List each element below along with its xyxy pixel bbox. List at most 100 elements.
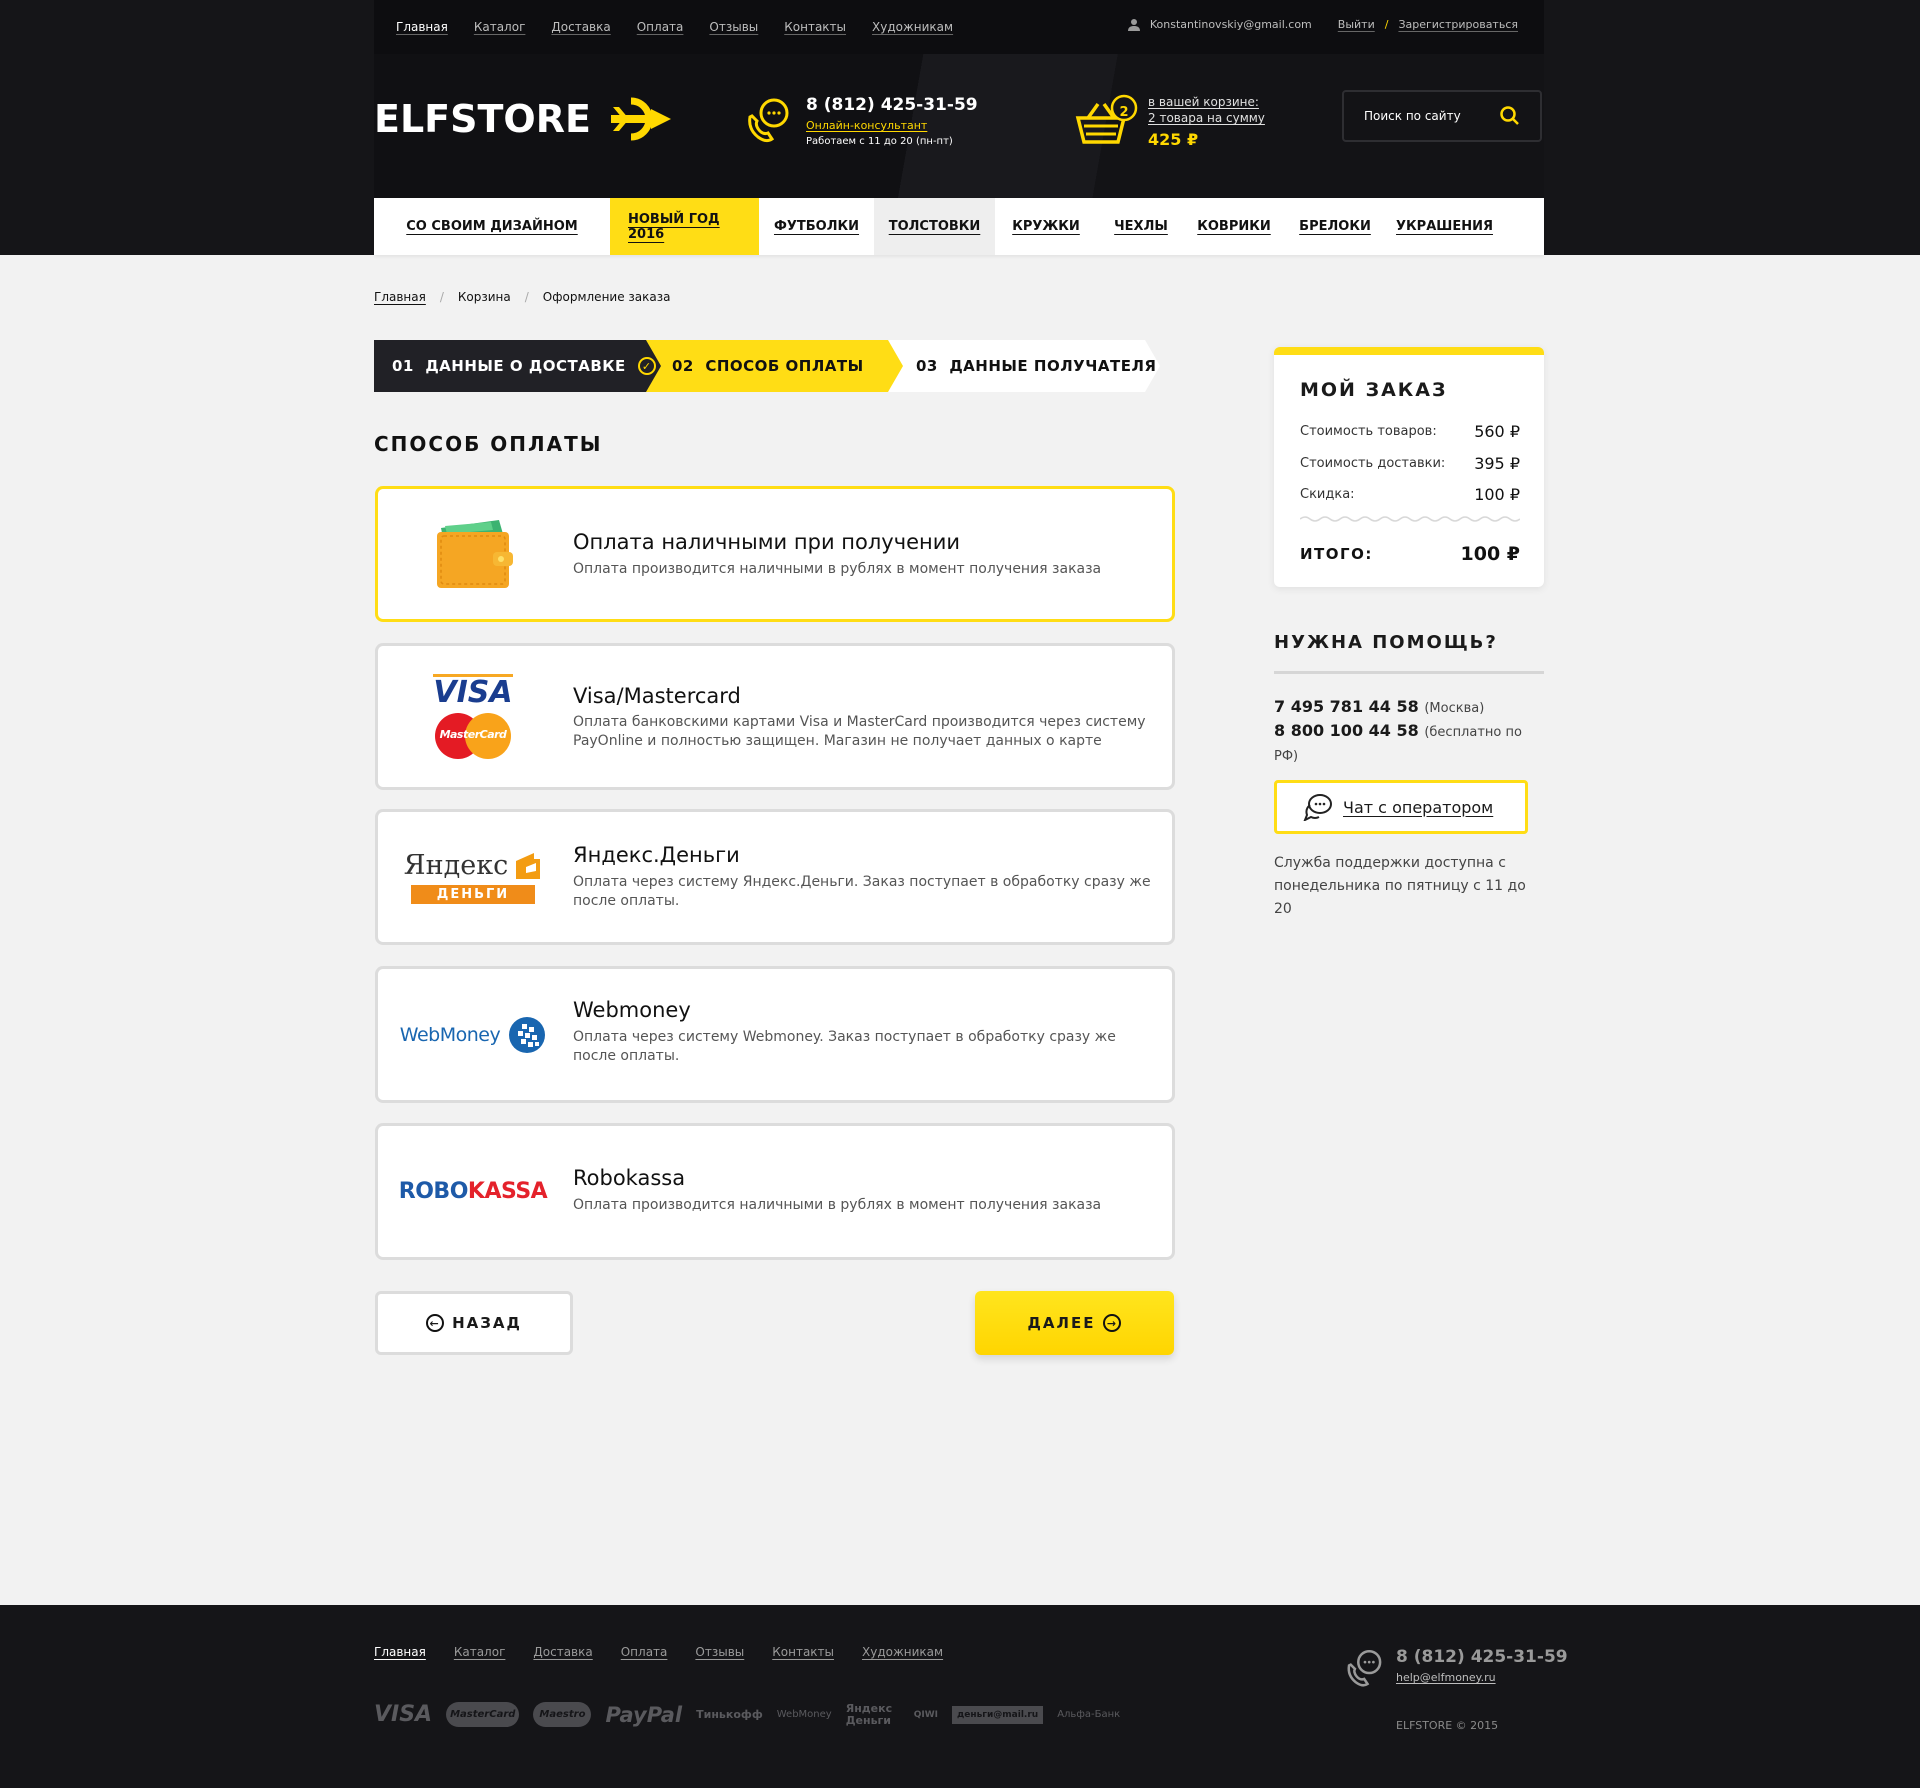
consultant-link[interactable]: Онлайн-консультант: [806, 119, 978, 132]
paypal-footer-logo: PayPal: [605, 1702, 683, 1727]
payment-title: СПОСОБ ОПЛАТЫ: [374, 432, 603, 456]
payment-option-desc: Оплата через систему Яндекс.Деньги. Зака…: [573, 874, 1151, 909]
yandex-footer-logo: Яндекс Деньги: [845, 1701, 893, 1727]
step-recipient[interactable]: 03 ДАННЫЕ ПОЛУЧАТЕЛЯ: [888, 340, 1160, 392]
footer-nav: Главная Каталог Доставка Оплата Отзывы К…: [374, 1645, 943, 1659]
search-icon[interactable]: [1500, 106, 1520, 126]
footer-phone-icon: [1347, 1649, 1382, 1687]
cat-tshirts[interactable]: ФУТБОЛКИ: [759, 198, 874, 255]
footer-nav-delivery[interactable]: Доставка: [533, 1645, 592, 1659]
footer-phone[interactable]: 8 (812) 425-31-59: [1396, 1647, 1568, 1667]
order-total-label: ИТОГО:: [1300, 545, 1373, 563]
footer-nav-artists[interactable]: Художникам: [862, 1645, 943, 1659]
cat-keychains[interactable]: БРЕЛОКИ: [1283, 198, 1387, 255]
footer-nav-reviews[interactable]: Отзывы: [695, 1645, 744, 1659]
help-phone-moscow[interactable]: 7 495 781 44 58: [1274, 697, 1419, 716]
next-button[interactable]: ДАЛЕЕ →: [975, 1291, 1174, 1355]
webmoney-footer-logo: WebMoney: [776, 1709, 832, 1720]
breadcrumb-home[interactable]: Главная: [374, 290, 426, 304]
help-phone-free[interactable]: 8 800 100 44 58: [1274, 721, 1419, 740]
breadcrumb-separator: /: [439, 290, 444, 304]
payment-option-title: Webmoney: [573, 998, 691, 1022]
site-header: Главная Каталог Доставка Оплата Отзывы К…: [0, 0, 1920, 255]
arrow-right-icon: →: [1103, 1314, 1122, 1332]
order-row-goods: Стоимость товаров: 560 ₽: [1300, 422, 1520, 441]
footer-nav-contacts[interactable]: Контакты: [772, 1645, 834, 1659]
order-value: 100 ₽: [1474, 485, 1520, 504]
logo-text: ELFSTORE: [374, 97, 591, 141]
basket-icon: [1075, 94, 1138, 144]
chat-operator-label: Чат с оператором: [1343, 797, 1494, 817]
cart-label: в вашей корзине:: [1148, 95, 1259, 109]
qiwi-footer-logo: QIWI: [913, 1709, 938, 1720]
search-placeholder: Поиск по сайту: [1364, 109, 1461, 123]
cat-own-design[interactable]: СО СВОИМ ДИЗАЙНОМ: [374, 198, 610, 255]
order-row-delivery: Стоимость доставки: 395 ₽: [1300, 454, 1520, 473]
cat-hoodies[interactable]: ТОЛСТОВКИ: [874, 198, 995, 255]
order-summary: МОЙ ЗАКАЗ Стоимость товаров: 560 ₽ Стоим…: [1274, 347, 1544, 587]
help-phone-note: (Москва): [1424, 701, 1485, 716]
order-value: 395 ₽: [1474, 454, 1520, 473]
visa-logo: VISA: [433, 674, 513, 710]
check-icon: ✓: [637, 357, 656, 375]
step-delivery[interactable]: 01 ДАННЫЕ О ДОСТАВКЕ ✓: [374, 340, 664, 392]
site-logo[interactable]: ELFSTORE: [374, 95, 673, 143]
step-recipient-label: 03 ДАННЫЕ ПОЛУЧАТЕЛЯ: [916, 357, 1157, 375]
copyright: ELFSTORE © 2015: [1396, 1719, 1499, 1732]
payment-option-robokassa[interactable]: ROBO KASSA Robokassa Оплата производится …: [375, 1123, 1175, 1260]
arrow-left-icon: ←: [426, 1314, 445, 1332]
payment-option-title: Оплата наличными при получении: [573, 530, 961, 554]
logo-arrow-icon: [610, 97, 671, 141]
mailru-footer-logo: деньги@mail.ru: [952, 1705, 1044, 1724]
breadcrumb-current: Оформление заказа: [542, 290, 671, 304]
footer-nav-payment[interactable]: Оплата: [621, 1645, 668, 1659]
work-hours: Работаем с 11 до 20 (пн-пт): [806, 136, 953, 147]
footer-nav-catalog[interactable]: Каталог: [454, 1645, 506, 1659]
back-button[interactable]: ← НАЗАД: [375, 1291, 573, 1355]
yandex-sub: ДЕНЬГИ: [411, 885, 535, 904]
help-phones: 7 495 781 44 58 (Москва) 8 800 100 44 58…: [1274, 696, 1544, 768]
yandex-wallet-icon: [516, 852, 541, 879]
payment-option-title: Яндекс.Деньги: [573, 843, 740, 867]
order-row-discount: Скидка: 100 ₽: [1300, 485, 1520, 504]
cat-new-year[interactable]: НОВЫЙ ГОД 2016: [610, 198, 759, 255]
cat-cases[interactable]: ЧЕХЛЫ: [1097, 198, 1185, 255]
search-field[interactable]: Поиск по сайту: [1342, 90, 1542, 142]
breadcrumb-cart[interactable]: Корзина: [458, 290, 511, 304]
tinkoff-footer-logo: Тинькофф: [696, 1708, 763, 1721]
chat-operator-button[interactable]: Чат с оператором: [1274, 780, 1528, 834]
phone-box: 8 (812) 425-31-59 Онлайн-консультант Раб…: [744, 95, 978, 147]
step-delivery-label: 01 ДАННЫЕ О ДОСТАВКЕ: [392, 357, 626, 375]
visa-mastercard-logo: VISA MasterCard: [398, 646, 548, 787]
visa-footer-logo: VISA: [374, 1702, 433, 1727]
checkout-steps: 01 ДАННЫЕ О ДОСТАВКЕ ✓ 02 СПОСОБ ОПЛАТЫ …: [374, 340, 1174, 392]
header-phone[interactable]: 8 (812) 425-31-59: [806, 95, 978, 115]
webmoney-text: WebMoney: [399, 1023, 501, 1046]
step-payment-label: 02 СПОСОБ ОПЛАТЫ: [672, 357, 864, 375]
chat-bubbles-icon: [1303, 794, 1332, 821]
payment-option-title: Robokassa: [573, 1166, 686, 1190]
cat-mugs[interactable]: КРУЖКИ: [995, 198, 1097, 255]
step-payment[interactable]: 02 СПОСОБ ОПЛАТЫ: [646, 340, 906, 392]
cat-mats[interactable]: КОВРИКИ: [1185, 198, 1283, 255]
cat-jewelry[interactable]: УКРАШЕНИЯ: [1387, 198, 1502, 255]
payment-option-yandex[interactable]: Яндекс ДЕНЬГИ Яндекс.Деньги Оплата через…: [375, 809, 1175, 945]
footer-email[interactable]: help@elfmoney.ru: [1396, 1671, 1496, 1684]
payment-option-webmoney[interactable]: WebMoney Webmoney Оплата через систему W…: [375, 966, 1175, 1103]
cart-sum: 425 ₽: [1148, 130, 1199, 149]
order-label: Стоимость товаров:: [1300, 424, 1437, 439]
alfabank-footer-logo: Альфа-Банк: [1057, 1709, 1121, 1720]
payment-option-desc: Оплата банковскими картами Visa и Master…: [573, 714, 1146, 749]
payment-option-card[interactable]: VISA MasterCard Visa/Mastercard Оплата б…: [375, 643, 1175, 790]
payment-option-desc: Оплата производится наличными в рублях в…: [573, 561, 1102, 577]
help-title: НУЖНА ПОМОЩЬ?: [1274, 632, 1544, 674]
payment-option-cash[interactable]: Оплата наличными при получении Оплата пр…: [375, 486, 1175, 622]
cart-items: 2 товара на сумму: [1148, 111, 1265, 125]
kassa-text: KASSA: [467, 1179, 548, 1204]
cart-box[interactable]: 2 в вашей корзине: 2 товара на сумму 425…: [1074, 94, 1265, 149]
order-row-total: ИТОГО: 100 ₽: [1300, 543, 1520, 565]
order-value: 560 ₽: [1474, 422, 1520, 441]
next-button-label: ДАЛЕЕ: [1027, 1314, 1096, 1332]
footer-nav-home[interactable]: Главная: [374, 1645, 426, 1659]
payment-option-desc: Оплата производится наличными в рублях в…: [573, 1197, 1102, 1213]
